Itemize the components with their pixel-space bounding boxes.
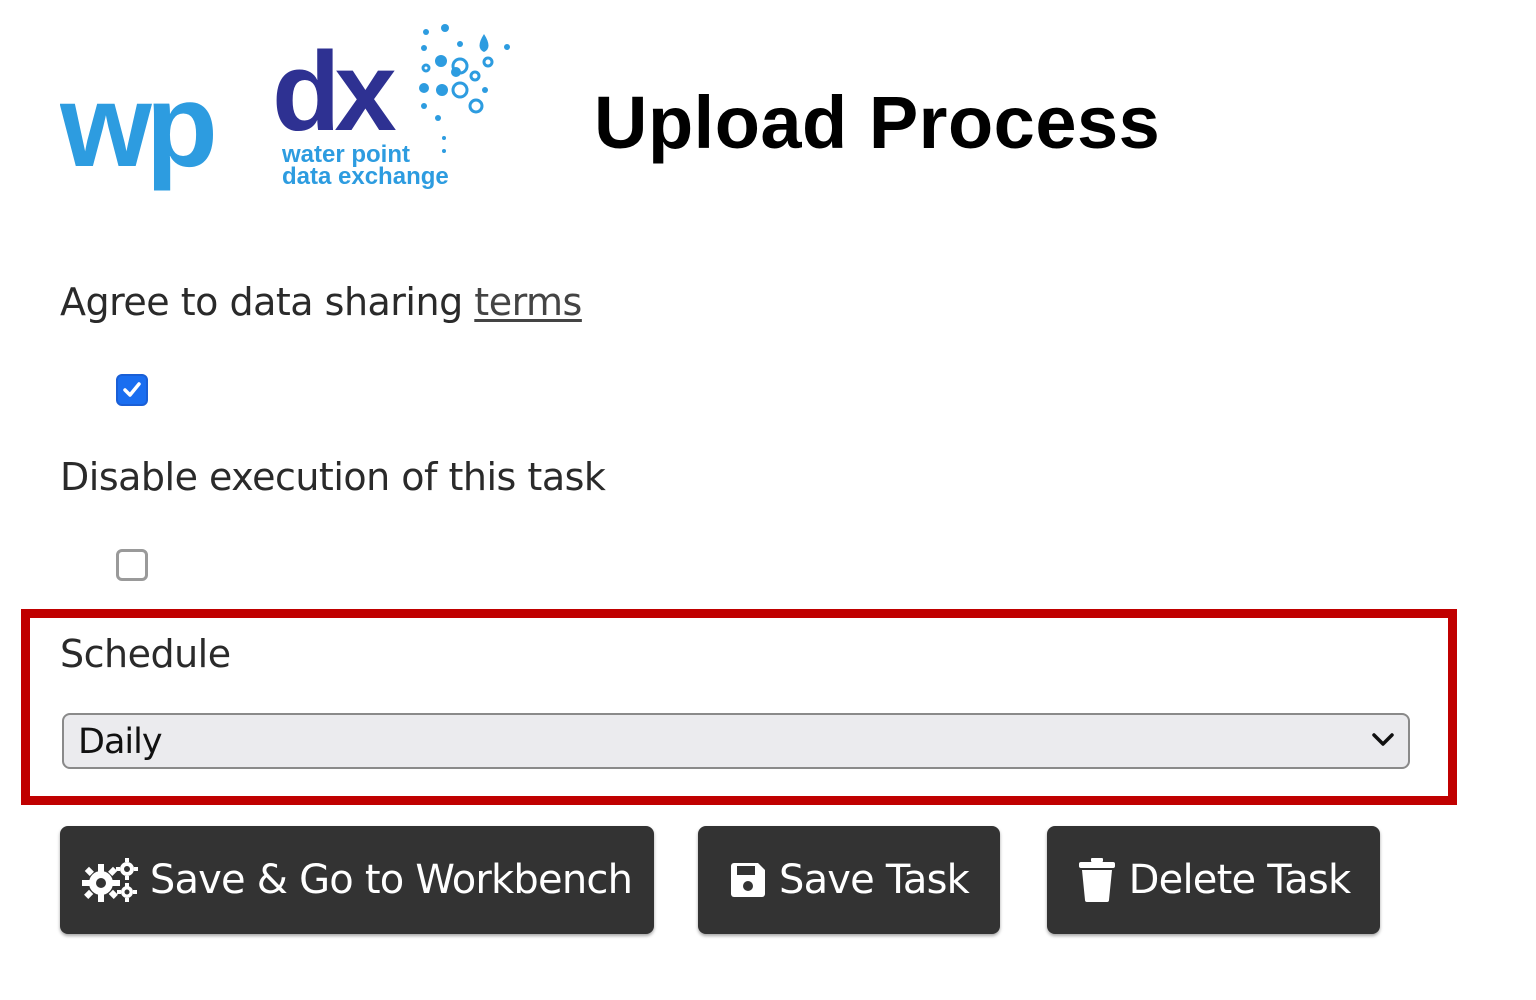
chevron-down-icon	[1372, 733, 1394, 746]
svg-text:dx: dx	[272, 29, 396, 154]
save-task-button[interactable]: Save Task	[698, 826, 1000, 934]
terms-label-text: Agree to data sharing	[60, 280, 463, 324]
schedule-label: Schedule	[60, 632, 231, 676]
delete-task-label: Delete Task	[1128, 857, 1351, 903]
disable-label: Disable execution of this task	[60, 455, 606, 499]
disable-checkbox[interactable]	[116, 549, 148, 581]
wpdx-logo: wp dx water point data exchange	[59, 18, 520, 203]
svg-text:wp: wp	[60, 60, 214, 192]
page-title: Upload Process	[594, 81, 1161, 164]
save-and-go-to-workbench-button[interactable]: Save & Go to Workbench	[60, 826, 654, 934]
trash-icon	[1077, 858, 1117, 902]
svg-text:data exchange: data exchange	[282, 163, 449, 190]
save-and-go-to-workbench-label: Save & Go to Workbench	[149, 857, 633, 903]
schedule-highlight-box	[21, 609, 1457, 805]
terms-label: Agree to data sharing terms	[60, 280, 582, 324]
terms-checkbox[interactable]	[116, 374, 148, 406]
gears-icon	[81, 858, 138, 902]
floppy-disk-icon	[729, 861, 767, 899]
terms-link[interactable]: terms	[474, 280, 582, 324]
schedule-select[interactable]: Daily	[62, 713, 1410, 769]
schedule-selected-value: Daily	[78, 722, 163, 762]
delete-task-button[interactable]: Delete Task	[1047, 826, 1380, 934]
save-task-label: Save Task	[778, 857, 970, 903]
check-icon	[123, 382, 141, 397]
